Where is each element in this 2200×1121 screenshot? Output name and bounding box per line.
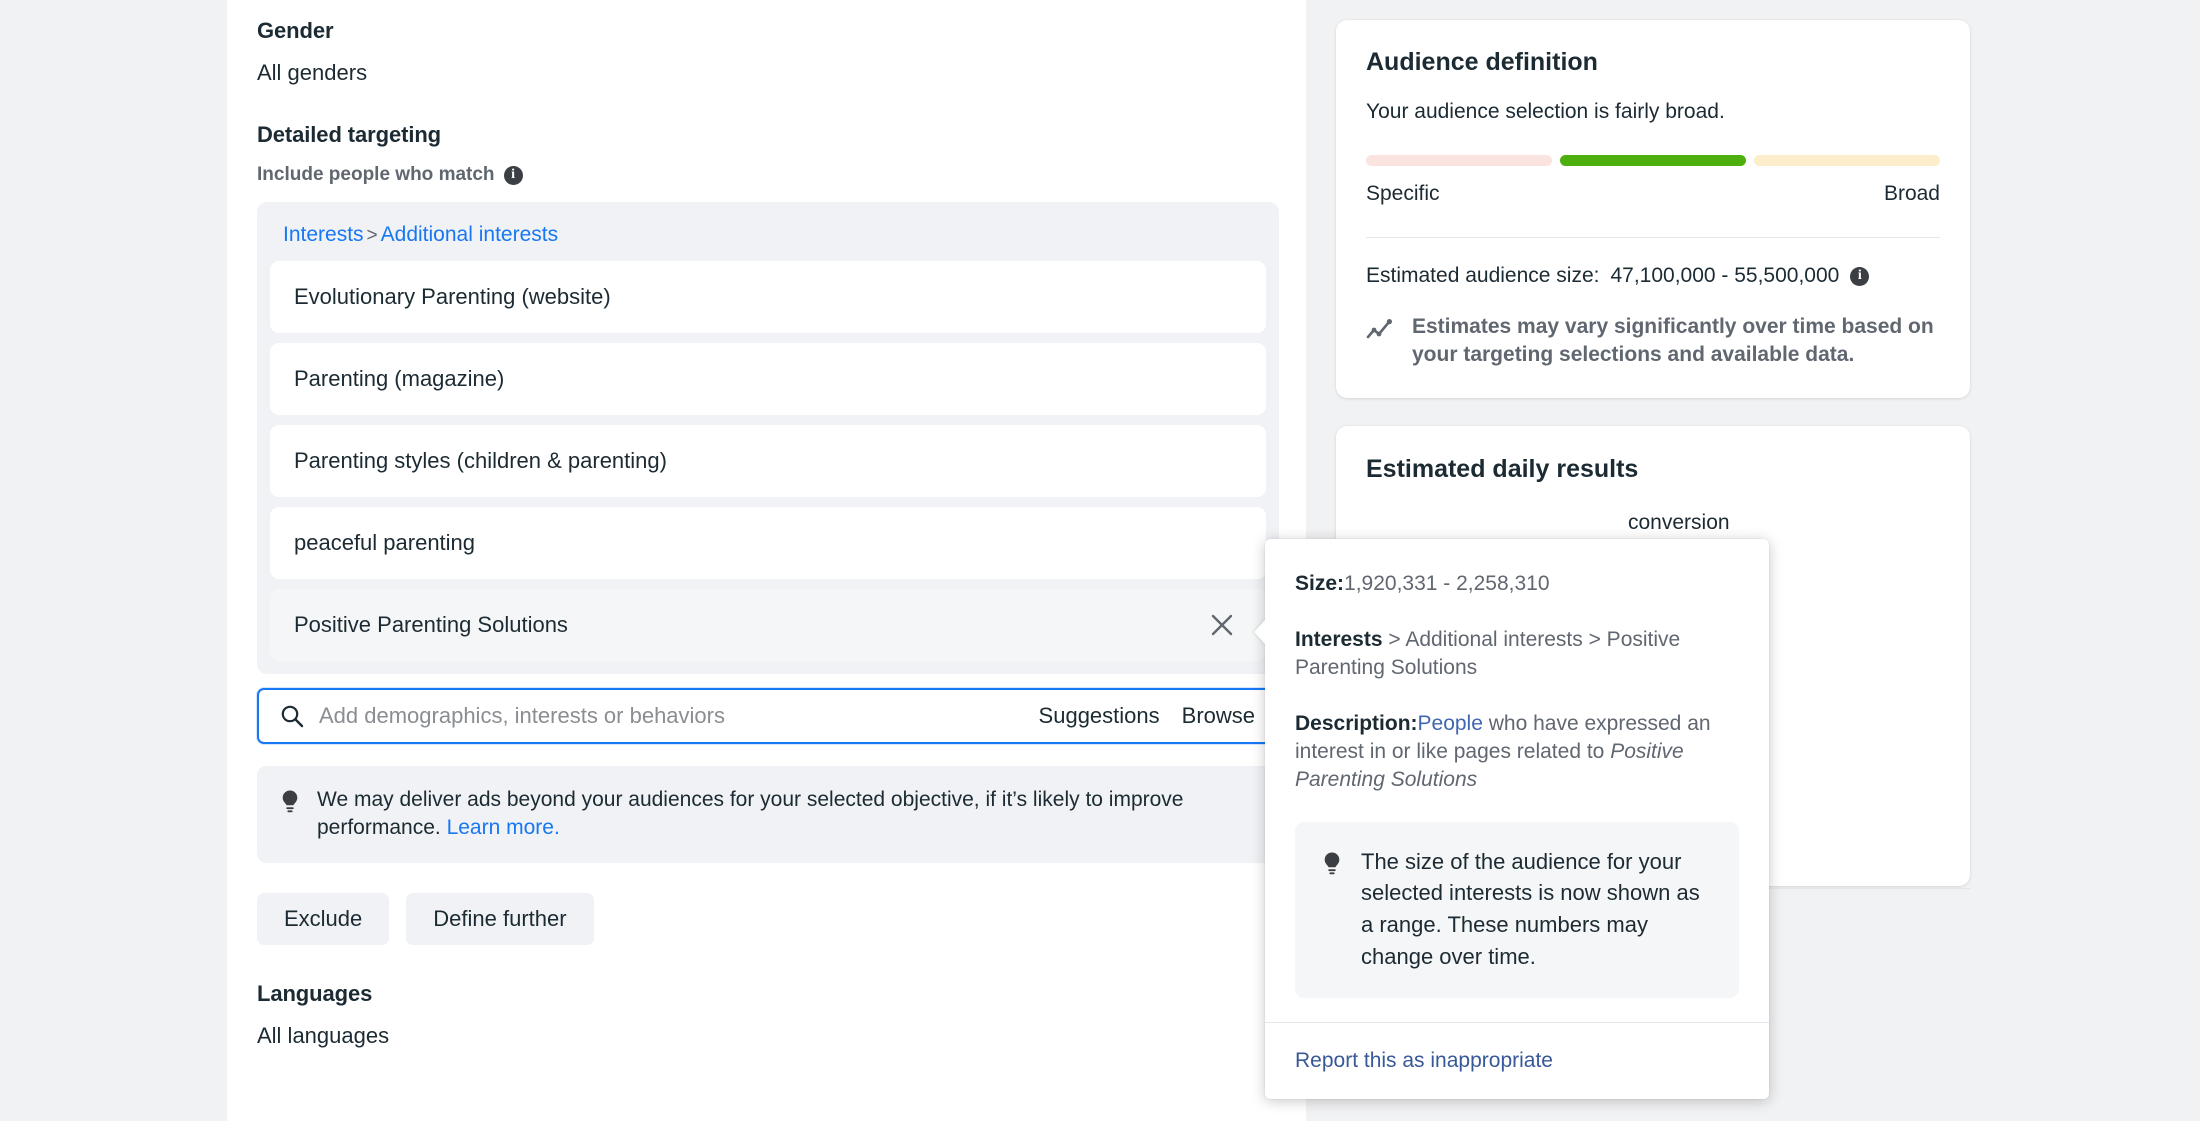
tooltip-path-root: Interests [1295, 627, 1383, 651]
languages-value: All languages [257, 1023, 390, 1049]
audience-breadth-meter [1366, 155, 1940, 166]
info-icon[interactable]: i [1850, 266, 1870, 286]
audience-definition-subtitle: Your audience selection is fairly broad. [1366, 100, 1725, 123]
interest-row[interactable]: Evolutionary Parenting (website) [270, 261, 1266, 333]
breadcrumb-separator: > [366, 225, 378, 246]
interest-label: Positive Parenting Solutions [294, 612, 568, 637]
daily-results-metric-label: conversion [1628, 511, 1730, 535]
suggestions-button[interactable]: Suggestions [1039, 703, 1160, 729]
breadcrumb-interests-link[interactable]: Interests [283, 223, 364, 246]
meter-segment-broad [1754, 155, 1940, 166]
meter-label-specific: Specific [1366, 182, 1440, 205]
tooltip-body: Size:1,920,331 - 2,258,310 Interests > A… [1265, 539, 1769, 1022]
estimates-note-text: Estimates may vary significantly over ti… [1412, 315, 1934, 366]
tooltip-arrow-icon [1254, 619, 1266, 645]
learn-more-link[interactable]: Learn more. [447, 816, 560, 839]
interest-row[interactable]: Parenting styles (children & parenting) [270, 425, 1266, 497]
interest-label: Parenting (magazine) [294, 366, 505, 391]
ads-manager-audience-page: Gender All genders Detailed targeting In… [0, 0, 2200, 1121]
meter-segment-specific [1366, 155, 1552, 166]
include-people-who-match-label: Include people who match [257, 164, 495, 185]
targeting-action-buttons: Exclude Define further [257, 893, 1306, 946]
tooltip-range-notice-text: The size of the audience for your select… [1361, 848, 1700, 969]
tooltip-description-row: Description:People who have expressed an… [1295, 710, 1739, 794]
languages-label: Languages [257, 981, 373, 1007]
estimated-audience-size-label: Estimated audience size: [1366, 264, 1600, 287]
detailed-targeting-label: Detailed targeting [257, 122, 442, 147]
estimated-audience-size-value: 47,100,000 - 55,500,000 [1610, 264, 1840, 287]
interest-row[interactable]: Parenting (magazine) [270, 343, 1266, 415]
audience-definition-card: Audience definition Your audience select… [1336, 20, 1970, 399]
tooltip-size-value: 1,920,331 - 2,258,310 [1344, 572, 1550, 595]
breadcrumb: Interests > Additional interests [270, 214, 1266, 261]
meter-label-broad: Broad [1883, 182, 1940, 205]
interest-detail-tooltip: Size:1,920,331 - 2,258,310 Interests > A… [1254, 539, 1769, 1100]
tooltip-footer: Report this as inappropriate [1265, 1022, 1769, 1099]
advantage-detailed-targeting-notice: We may deliver ads beyond your audiences… [257, 766, 1279, 864]
define-further-button[interactable]: Define further [406, 893, 594, 946]
audience-definition-title: Audience definition [1366, 48, 1598, 76]
detailed-targeting-box: Interests > Additional interests Evolution… [257, 202, 1279, 674]
exclude-button[interactable]: Exclude [257, 893, 390, 946]
search-input[interactable] [319, 703, 1039, 729]
remove-interest-icon[interactable] [1202, 605, 1242, 645]
interest-row-selected[interactable]: Positive Parenting Solutions [270, 589, 1266, 661]
info-icon[interactable]: i [503, 165, 523, 185]
interest-row[interactable]: peaceful parenting [270, 507, 1266, 579]
meter-labels: Specific Broad [1366, 182, 1940, 206]
tooltip-path-row: Interests > Additional interests > Posit… [1295, 626, 1739, 682]
gender-label: Gender [257, 18, 334, 43]
tooltip-people-link[interactable]: People [1418, 712, 1483, 735]
tooltip-size-label: Size: [1295, 572, 1345, 595]
detailed-targeting-search-bar[interactable]: Suggestions Browse [257, 688, 1279, 744]
report-inappropriate-link[interactable]: Report this as inappropriate [1295, 1049, 1553, 1072]
search-actions: Suggestions Browse [1039, 703, 1277, 729]
interest-label: Evolutionary Parenting (website) [294, 284, 611, 309]
divider [1366, 237, 1940, 238]
estimated-daily-results-title: Estimated daily results [1366, 455, 1639, 484]
meter-segment-active [1560, 155, 1746, 166]
include-people-who-match-row: Include people who match i [257, 164, 1306, 186]
main-content-panel: Gender All genders Detailed targeting In… [227, 0, 1306, 1121]
search-icon [279, 703, 305, 729]
tooltip-description-label: Description: [1295, 711, 1418, 735]
lightbulb-icon [279, 786, 301, 841]
gender-value: All genders [257, 60, 368, 85]
interest-label: Parenting styles (children & parenting) [294, 448, 667, 473]
trend-chart-icon [1366, 313, 1396, 348]
tooltip-range-notice: The size of the audience for your select… [1295, 821, 1739, 999]
interest-label: peaceful parenting [294, 530, 476, 555]
tooltip-size-row: Size:1,920,331 - 2,258,310 [1295, 570, 1739, 598]
lightbulb-icon [1321, 846, 1343, 973]
browse-button[interactable]: Browse [1182, 703, 1255, 729]
estimated-audience-size-row: Estimated audience size: 47,100,000 - 55… [1366, 264, 1940, 288]
breadcrumb-additional-interests-link[interactable]: Additional interests [381, 223, 558, 246]
advantage-notice-text: We may deliver ads beyond your audiences… [317, 786, 1257, 841]
estimates-note: Estimates may vary significantly over ti… [1366, 313, 1940, 368]
